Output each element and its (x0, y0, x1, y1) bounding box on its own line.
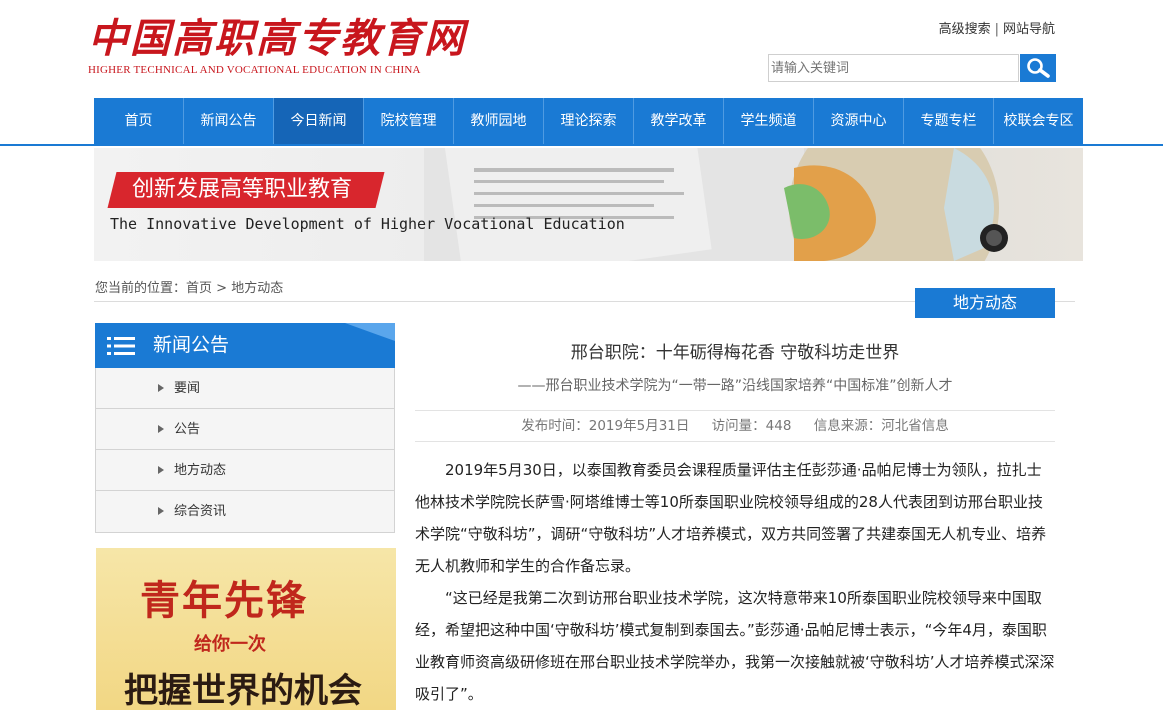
nav-alliance[interactable]: 校联会专区 (994, 98, 1083, 144)
section-tab: 地方动态 (915, 288, 1055, 318)
article-source: 信息来源：河北省信息 (813, 418, 949, 434)
sidebar-item-headlines[interactable]: 要闻 (96, 368, 394, 409)
nav-special-topics[interactable]: 专题专栏 (904, 98, 994, 144)
nav-teaching-reform[interactable]: 教学改革 (634, 98, 724, 144)
nav-resources[interactable]: 资源中心 (814, 98, 904, 144)
article-paragraph: 2019年5月30日，以泰国教育委员会课程质量评估主任彭莎通·品帕尼博士为领队，… (415, 461, 1047, 575)
search-icon (1027, 58, 1050, 78)
breadcrumb: 您当前的位置：首页 > 地方动态 (95, 277, 283, 296)
article-title: 邢台职院：十年砺得梅花香 守敬科坊走世界 (570, 343, 900, 363)
list-menu-icon (107, 337, 135, 355)
sidebar-item-label: 综合资讯 (174, 504, 227, 519)
article: 邢台职院：十年砺得梅花香 守敬科坊走世界 ——邢台职业技术学院为“一带一路”沿线… (415, 340, 1055, 710)
sidebar-item-label: 要闻 (174, 381, 201, 396)
logo-english: HIGHER TECHNICAL AND VOCATIONAL EDUCATIO… (88, 64, 421, 76)
promo-line-1: 青年先锋 (140, 577, 308, 624)
article-paragraph: “这已经是我第二次到访邢台职业技术学院，这次特意带来10所泰国职业院校领导来中国… (415, 589, 1055, 703)
breadcrumb-home[interactable]: 首页 (186, 281, 212, 296)
triangle-right-icon (158, 507, 164, 515)
site-nav-link[interactable]: 网站导航 (1003, 22, 1055, 37)
link-separator: | (994, 22, 999, 37)
triangle-right-icon (158, 425, 164, 433)
promo-banner[interactable]: 青年先锋 给你一次 把握世界的机会 (96, 548, 396, 710)
sidebar: 新闻公告 要闻 公告 地方动态 综合资讯 (95, 323, 395, 533)
triangle-right-icon (158, 466, 164, 474)
sidebar-item-notices[interactable]: 公告 (96, 409, 394, 450)
nav-today-news[interactable]: 今日新闻 (274, 98, 364, 144)
sidebar-title: 新闻公告 (153, 334, 230, 356)
nav-news-notice[interactable]: 新闻公告 (184, 98, 274, 144)
nav-students[interactable]: 学生频道 (724, 98, 814, 144)
article-subtitle: ——邢台职业技术学院为“一带一路”沿线国家培养“中国标准”创新人才 (517, 378, 953, 394)
sidebar-item-label: 地方动态 (174, 463, 227, 478)
site-logo[interactable]: 中国高职高专教育网 HIGHER TECHNICAL AND VOCATIONA… (88, 14, 468, 80)
banner-subtitle: The Innovative Development of Higher Voc… (110, 215, 625, 233)
main-nav-bar: 首页 新闻公告 今日新闻 院校管理 教师园地 理论探索 教学改革 学生频道 资源… (0, 98, 1163, 146)
banner-title: 创新发展高等职业教育 (107, 172, 385, 208)
sidebar-header-corner (345, 323, 395, 341)
search-box (768, 54, 1056, 82)
logo-chinese: 中国高职高专教育网 (88, 15, 466, 62)
nav-home[interactable]: 首页 (94, 98, 184, 144)
nav-teacher-garden[interactable]: 教师园地 (454, 98, 544, 144)
breadcrumb-current[interactable]: 地方动态 (231, 281, 283, 296)
banner: 创新发展高等职业教育 The Innovative Development of… (94, 148, 1083, 261)
sidebar-item-local-news[interactable]: 地方动态 (96, 450, 394, 491)
triangle-right-icon (158, 384, 164, 392)
promo-line-2: 给你一次 (194, 634, 266, 655)
article-date: 发布时间：2019年5月31日 (521, 418, 690, 434)
nav-theory[interactable]: 理论探索 (544, 98, 634, 144)
sidebar-list: 要闻 公告 地方动态 综合资讯 (95, 368, 395, 533)
article-body: 2019年5月30日，以泰国教育委员会课程质量评估主任彭莎通·品帕尼博士为领队，… (415, 454, 1055, 710)
search-input[interactable] (768, 54, 1019, 82)
banner-title-text: 创新发展高等职业教育 (132, 177, 353, 202)
breadcrumb-separator: > (216, 281, 228, 296)
advanced-search-link[interactable]: 高级搜索 (939, 22, 991, 37)
nav-school-management[interactable]: 院校管理 (364, 98, 454, 144)
article-views: 访问量：448 (711, 418, 792, 434)
main-nav: 首页 新闻公告 今日新闻 院校管理 教师园地 理论探索 教学改革 学生频道 资源… (94, 98, 1083, 144)
sidebar-item-label: 公告 (174, 422, 201, 437)
sidebar-item-general-info[interactable]: 综合资讯 (96, 491, 394, 532)
top-links: 高级搜索 | 网站导航 (939, 18, 1055, 37)
search-button[interactable] (1020, 54, 1056, 82)
article-meta: 发布时间：2019年5月31日 访问量：448 信息来源：河北省信息 (415, 410, 1055, 442)
sidebar-header: 新闻公告 (95, 323, 395, 368)
promo-line-3: 把握世界的机会 (124, 671, 362, 710)
breadcrumb-prefix: 您当前的位置： (95, 281, 187, 296)
